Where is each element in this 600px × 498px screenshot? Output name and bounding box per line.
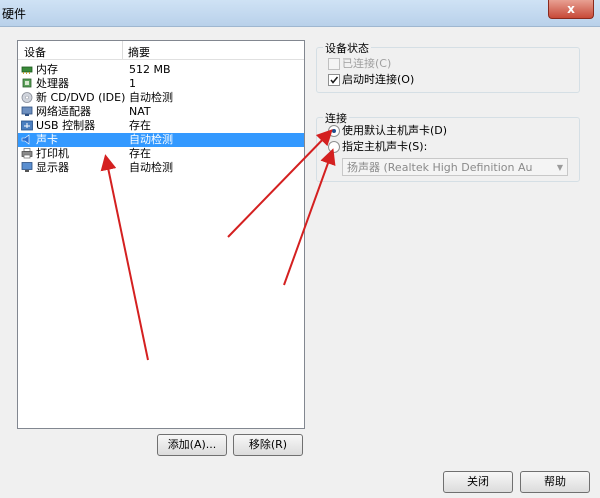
annotation-arrow-to-sound-card: [100, 154, 149, 361]
annotation-arrow-to-default-radio: [227, 129, 333, 238]
annotation-arrows: [100, 129, 336, 361]
